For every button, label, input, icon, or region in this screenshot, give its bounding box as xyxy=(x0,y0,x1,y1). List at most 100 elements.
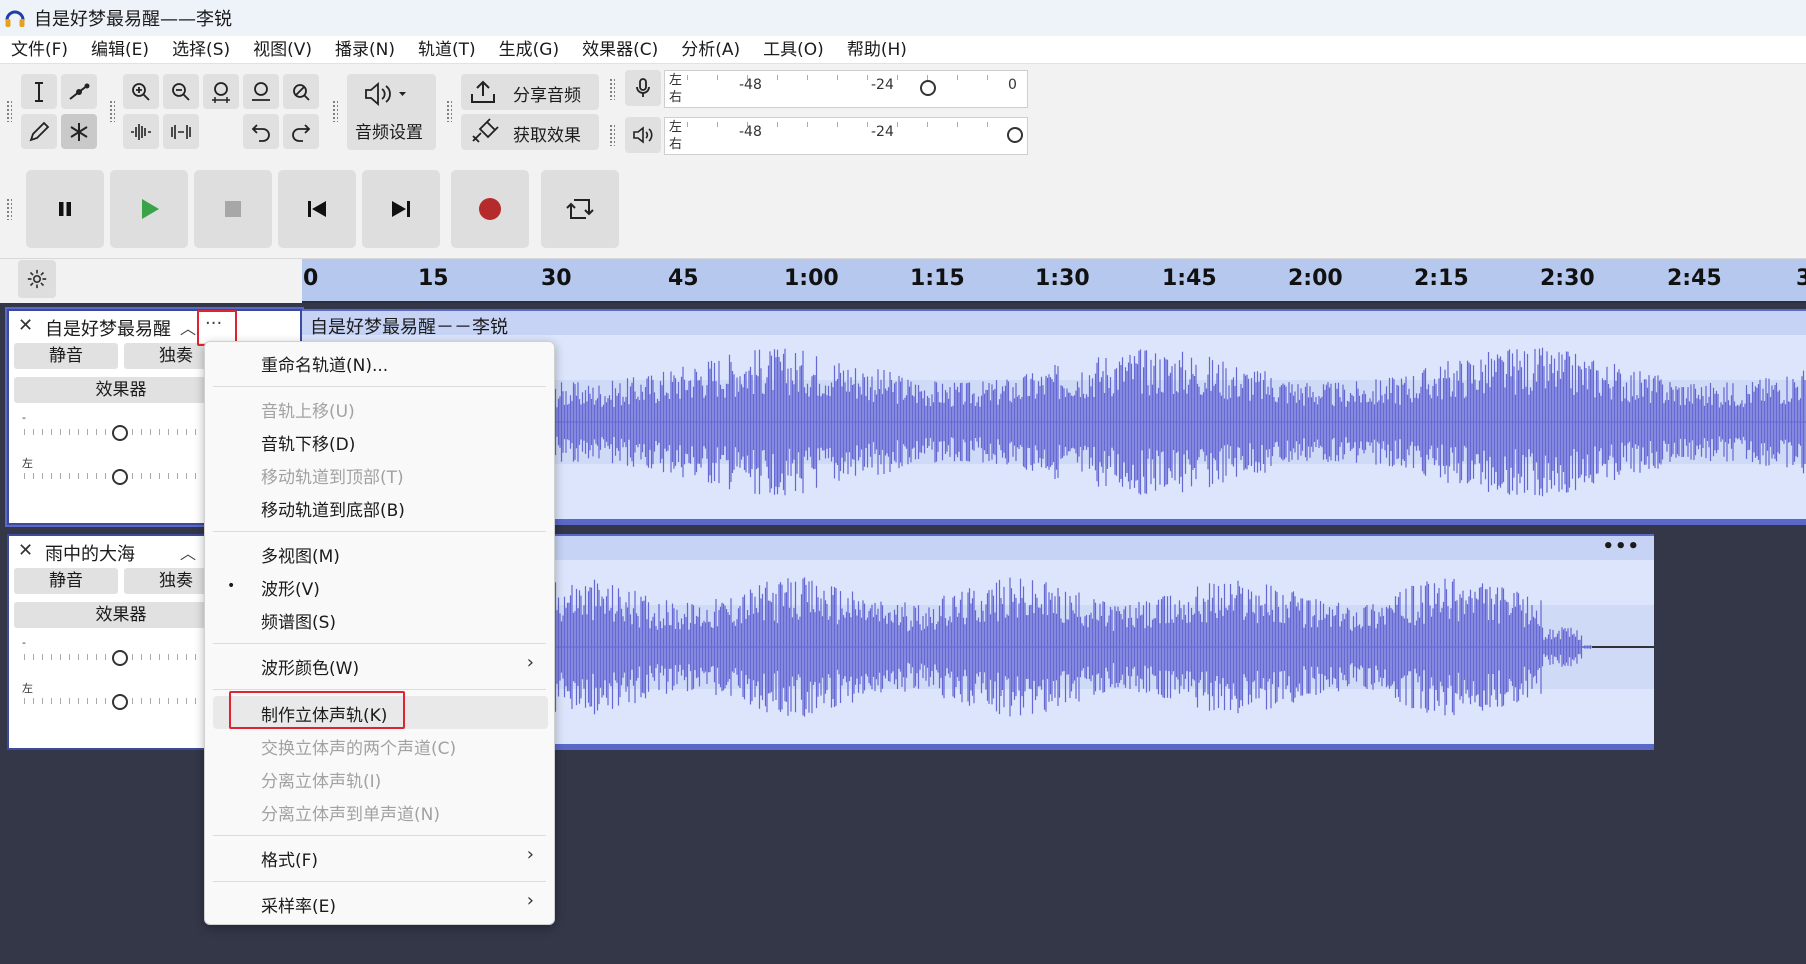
menu-item-format[interactable]: 格式(F) xyxy=(261,846,318,871)
menu-item-move-track-to-top[interactable]: 移动轨道到顶部(T) xyxy=(261,463,404,488)
share-audio-label: 分享音频 xyxy=(513,86,581,106)
ruler-tick: 15 xyxy=(418,266,449,291)
fit-selection-button[interactable] xyxy=(203,74,239,109)
get-effects-button[interactable]: 获取效果 xyxy=(461,114,599,150)
pan-slider[interactable] xyxy=(112,694,128,710)
toolbar-grip[interactable] xyxy=(6,198,12,220)
trim-icon xyxy=(131,123,151,140)
zoom-toggle-button[interactable] xyxy=(283,74,319,109)
selection-tool-button[interactable] xyxy=(21,74,57,109)
effects-button[interactable]: 效果器 xyxy=(14,602,228,628)
mute-button[interactable]: 静音 xyxy=(14,568,118,594)
effects-button[interactable]: 效果器 xyxy=(14,377,228,403)
trim-audio-button[interactable] xyxy=(123,114,159,149)
timeline-options-button[interactable] xyxy=(18,260,56,298)
audacity-logo-icon xyxy=(2,5,28,31)
menu-transport[interactable]: 播录(N) xyxy=(324,36,407,64)
menu-effect[interactable]: 效果器(C) xyxy=(571,36,670,64)
zoom-in-icon xyxy=(132,82,150,101)
menu-item-move-track-up[interactable]: 音轨上移(U) xyxy=(261,397,355,422)
mute-button[interactable]: 静音 xyxy=(14,343,118,369)
menu-view[interactable]: 视图(V) xyxy=(242,36,324,64)
record-button[interactable] xyxy=(451,170,529,248)
undo-icon xyxy=(251,123,270,142)
microphone-icon xyxy=(636,78,650,97)
skip-to-start-button[interactable] xyxy=(278,170,356,248)
track-name[interactable]: 自是好梦最易醒 xyxy=(45,315,171,341)
pan-slider[interactable] xyxy=(112,469,128,485)
record-meter[interactable]: 左 右 -48 -24 0 xyxy=(664,70,1028,108)
clip-header[interactable]: 自是好梦最易醒－－李锐 xyxy=(302,309,1806,338)
stop-button[interactable] xyxy=(194,170,272,248)
zoom-fit-icon xyxy=(252,81,270,101)
toolbar-grip[interactable] xyxy=(446,100,452,122)
envelope-tool-button[interactable] xyxy=(61,74,97,109)
toolbar-grip[interactable] xyxy=(6,100,12,122)
share-audio-button[interactable]: 分享音频 xyxy=(461,74,599,110)
menu-tools[interactable]: 工具(O) xyxy=(752,36,836,64)
undo-button[interactable] xyxy=(243,114,279,149)
menu-item-rename-track[interactable]: 重命名轨道(N)... xyxy=(261,351,388,376)
fit-project-button[interactable] xyxy=(243,74,279,109)
multi-tool-button[interactable] xyxy=(61,114,97,149)
close-track-icon[interactable]: ✕ xyxy=(18,315,33,336)
ruler-tick: 2:30 xyxy=(1540,266,1595,291)
checked-bullet-icon: • xyxy=(227,578,236,594)
menu-item-split-stereo-track[interactable]: 分离立体声轨(I) xyxy=(261,767,381,792)
menu-item-wave-color[interactable]: 波形颜色(W) xyxy=(261,654,359,679)
gain-slider[interactable] xyxy=(112,650,128,666)
collapse-icon[interactable]: ︿ xyxy=(180,315,196,339)
loop-button[interactable] xyxy=(541,170,619,248)
toolbar-grip[interactable] xyxy=(609,78,615,100)
timeline-ruler[interactable]: 0 15 30 45 1:00 1:15 1:30 1:45 2:00 2:15… xyxy=(302,259,1806,303)
menu-generate[interactable]: 生成(G) xyxy=(488,36,571,64)
menu-item-spectrogram[interactable]: 频谱图(S) xyxy=(261,608,336,633)
menu-item-swap-stereo-channels[interactable]: 交换立体声的两个声道(C) xyxy=(261,734,456,759)
clip-menu-button[interactable]: ••• xyxy=(1602,536,1640,557)
menu-edit[interactable]: 编辑(E) xyxy=(80,36,161,64)
redo-button[interactable] xyxy=(283,114,319,149)
gain-slider[interactable] xyxy=(112,425,128,441)
pause-icon xyxy=(59,202,71,216)
playback-meter-button[interactable] xyxy=(625,117,661,153)
close-track-icon[interactable]: ✕ xyxy=(18,540,33,561)
stop-icon xyxy=(225,201,241,217)
record-level-knob[interactable] xyxy=(920,80,936,96)
meter-tick: -24 xyxy=(871,124,894,140)
toolbar-grip[interactable] xyxy=(109,100,115,122)
menu-item-multi-view[interactable]: 多视图(M) xyxy=(261,542,340,567)
collapse-icon[interactable]: ︿ xyxy=(180,540,196,564)
menu-select[interactable]: 选择(S) xyxy=(161,36,242,64)
get-effects-label: 获取效果 xyxy=(513,126,581,146)
menu-tracks[interactable]: 轨道(T) xyxy=(407,36,488,64)
skip-to-end-button[interactable] xyxy=(362,170,440,248)
record-meter-button[interactable] xyxy=(625,70,661,106)
zoom-in-button[interactable] xyxy=(123,74,159,109)
menu-item-sample-rate[interactable]: 采样率(E) xyxy=(261,892,336,917)
draw-tool-button[interactable] xyxy=(21,114,57,149)
menu-analyze[interactable]: 分析(A) xyxy=(670,36,752,64)
menu-item-move-track-down[interactable]: 音轨下移(D) xyxy=(261,430,355,455)
silence-audio-button[interactable] xyxy=(163,114,199,149)
zoom-out-button[interactable] xyxy=(163,74,199,109)
play-button[interactable] xyxy=(110,170,188,248)
ruler-tick: 2:45 xyxy=(1667,266,1722,291)
playback-meter[interactable]: 左 右 -48 -24 xyxy=(664,117,1028,155)
toolbar-grip[interactable] xyxy=(609,124,615,146)
ruler-tick: 1:15 xyxy=(910,266,965,291)
toolbar-grip[interactable] xyxy=(332,100,338,122)
meter-tick: 0 xyxy=(1008,77,1017,93)
menu-file[interactable]: 文件(F) xyxy=(0,36,80,64)
menu-item-split-stereo-to-mono[interactable]: 分离立体声到单声道(N) xyxy=(261,800,440,825)
menu-help[interactable]: 帮助(H) xyxy=(836,36,919,64)
pause-button[interactable] xyxy=(26,170,104,248)
menu-item-move-track-to-bottom[interactable]: 移动轨道到底部(B) xyxy=(261,496,405,521)
audio-setup-button[interactable]: 音频设置 xyxy=(347,74,436,150)
ruler-tick: 30 xyxy=(541,266,572,291)
menu-separator xyxy=(213,386,546,387)
ruler-tick: 1:30 xyxy=(1035,266,1090,291)
i-beam-icon xyxy=(35,81,43,102)
playback-level-knob[interactable] xyxy=(1007,127,1023,143)
menu-item-waveform[interactable]: 波形(V) xyxy=(261,575,320,600)
track-name[interactable]: 雨中的大海 xyxy=(45,540,135,566)
